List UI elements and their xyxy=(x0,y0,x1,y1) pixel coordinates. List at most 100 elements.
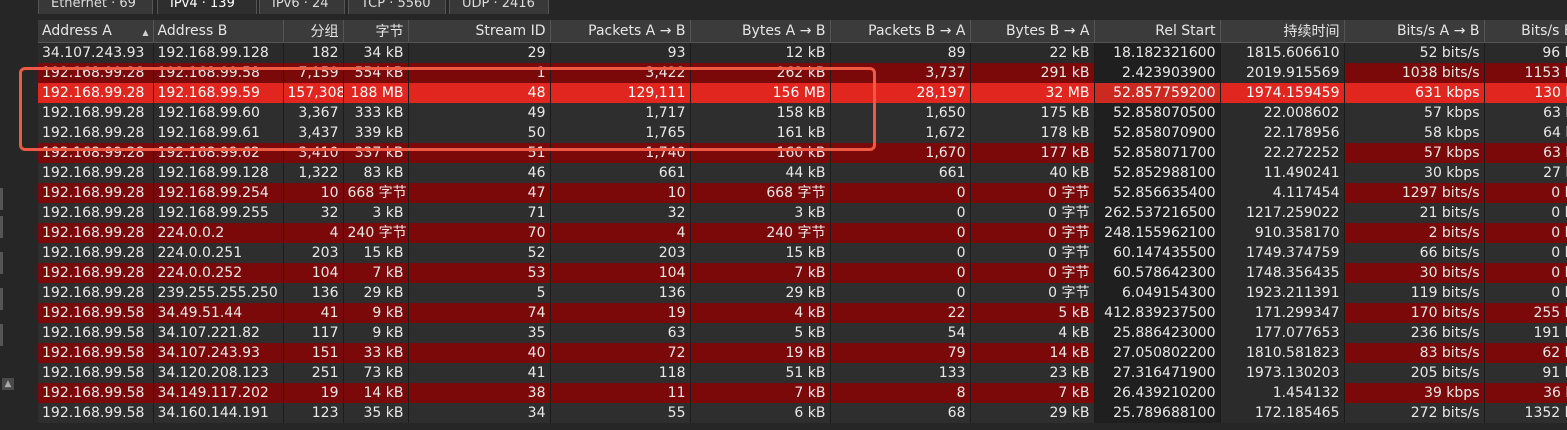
cell-bits-a-b: 170 bits/s xyxy=(1344,303,1485,323)
cell-rel-start: 412.839237500 xyxy=(1094,303,1221,323)
table-row[interactable]: 192.168.99.28 192.168.99.128 1,322 83 kB 46 6… xyxy=(38,163,1567,183)
tab-ethernet[interactable]: Ethernet · 69 xyxy=(38,0,153,14)
table-row[interactable]: 192.168.99.58 34.149.117.202 19 14 kB 38 11 7 … xyxy=(38,383,1567,403)
cell-address-a: 192.168.99.28 xyxy=(38,283,154,303)
cell-rel-start: 52.857759200 xyxy=(1094,83,1221,103)
table-row[interactable]: 192.168.99.28 224.0.0.251 203 15 kB 52 203 15 … xyxy=(38,243,1567,263)
cell-rel-start: 26.439210200 xyxy=(1094,383,1221,403)
cell-bytes-a-b: 668 字节 xyxy=(690,183,831,203)
cell-bits-a-b: 83 bits/s xyxy=(1344,343,1485,363)
cell-rel-start: 52.858070900 xyxy=(1094,123,1221,143)
cell-bytes-b-a: 14 kB xyxy=(970,343,1095,363)
cell-bytes-a-b: 15 kB xyxy=(690,243,831,263)
cell-bits-b-a: 0 b xyxy=(1484,223,1567,243)
table-row[interactable]: 192.168.99.28 239.255.255.250 136 29 kB 5 136… xyxy=(38,283,1567,303)
cell-bytes-a-b: 29 kB xyxy=(690,283,831,303)
cell-bytes: 7 kB xyxy=(343,263,409,283)
cell-bits-a-b: 30 kbps xyxy=(1344,163,1485,183)
cell-packets-a-b: 72 xyxy=(550,343,691,363)
table-row[interactable]: 192.168.99.58 34.107.221.82 117 9 kB 35 63 5 k… xyxy=(38,323,1567,343)
cell-stream-id: 52 xyxy=(408,243,551,263)
scroll-up-icon[interactable]: ▲ xyxy=(2,378,14,390)
cell-bytes-a-b: 240 字节 xyxy=(690,223,831,243)
column-header-packets-b-a[interactable]: Packets B → A xyxy=(830,20,971,43)
column-header-stream-id[interactable]: Stream ID xyxy=(408,20,551,43)
cell-bits-b-a: 0 b xyxy=(1484,243,1567,263)
cell-bits-a-b: 21 bits/s xyxy=(1344,203,1485,223)
cell-duration: 22.272252 xyxy=(1220,143,1345,163)
cell-bits-a-b: 52 bits/s xyxy=(1344,42,1485,63)
cell-bytes: 668 字节 xyxy=(343,183,409,203)
cell-packets-b-a: 0 xyxy=(830,263,971,283)
column-header-address-a[interactable]: Address A ▲ xyxy=(38,20,154,43)
cell-packets: 1,322 xyxy=(283,163,344,183)
column-header-packets[interactable]: 分组 xyxy=(283,20,344,43)
column-header-bytes[interactable]: 字节 xyxy=(343,20,409,43)
cell-packets: 4 xyxy=(283,223,344,243)
table-row[interactable]: 192.168.99.28 224.0.0.252 104 7 kB 53 104 7 kB… xyxy=(38,263,1567,283)
table-header-row: Address A ▲ Address B 分组 字节 Stream ID Pac… xyxy=(38,20,1567,43)
left-strip-marker xyxy=(0,216,3,238)
cell-rel-start: 18.182321600 xyxy=(1094,42,1221,63)
cell-packets-a-b: 104 xyxy=(550,263,691,283)
cell-bytes: 3 kB xyxy=(343,203,409,223)
cell-packets-b-a: 133 xyxy=(830,363,971,383)
cell-address-b: 224.0.0.252 xyxy=(153,263,284,283)
cell-address-b: 192.168.99.255 xyxy=(153,203,284,223)
cell-address-a: 192.168.99.28 xyxy=(38,223,154,243)
cell-address-b: 34.120.208.123 xyxy=(153,363,284,383)
cell-address-b: 192.168.99.254 xyxy=(153,183,284,203)
column-header-bits-b-a[interactable]: Bits/s B xyxy=(1484,20,1567,43)
cell-packets-b-a: 0 xyxy=(830,283,971,303)
cell-bits-a-b: 205 bits/s xyxy=(1344,363,1485,383)
column-header-rel-start[interactable]: Rel Start xyxy=(1094,20,1221,43)
cell-bytes-b-a: 177 kB xyxy=(970,143,1095,163)
cell-packets: 123 xyxy=(283,403,344,423)
tab-tcp[interactable]: TCP · 5560 xyxy=(348,0,446,14)
column-header-address-b[interactable]: Address B xyxy=(153,20,284,43)
cell-stream-id: 1 xyxy=(408,63,551,83)
left-strip-marker xyxy=(0,252,3,274)
cell-bits-b-a: 62 b xyxy=(1484,343,1567,363)
cell-bits-b-a: 0 b xyxy=(1484,263,1567,283)
table-row[interactable]: 192.168.99.28 224.0.0.2 4 240 字节 70 4 240 字节 0 0… xyxy=(38,223,1567,243)
cell-rel-start: 52.858071700 xyxy=(1094,143,1221,163)
table-row[interactable]: 192.168.99.28 192.168.99.254 10 668 字节 47 10 6… xyxy=(38,183,1567,203)
table-row[interactable]: 192.168.99.28 192.168.99.60 3,367 333 kB 49 1… xyxy=(38,103,1567,123)
cell-packets: 41 xyxy=(283,303,344,323)
table-row[interactable]: 192.168.99.58 34.160.144.191 123 35 kB 34 55 6… xyxy=(38,403,1567,423)
cell-bits-b-a: 64 k xyxy=(1484,123,1567,143)
column-header-duration[interactable]: 持续时间 xyxy=(1220,20,1345,43)
cell-bytes-a-b: 4 kB xyxy=(690,303,831,323)
table-row[interactable]: 192.168.99.28 192.168.99.58 7,159 554 kB 1 3,… xyxy=(38,63,1567,83)
cell-address-b: 34.160.144.191 xyxy=(153,403,284,423)
table-row[interactable]: 192.168.99.28 192.168.99.61 3,437 339 kB 50 1… xyxy=(38,123,1567,143)
cell-duration: 1923.211391 xyxy=(1220,283,1345,303)
table-row[interactable]: 192.168.99.28 192.168.99.62 3,410 337 kB 51 1… xyxy=(38,143,1567,163)
cell-bits-a-b: 57 kbps xyxy=(1344,143,1485,163)
cell-packets: 10 xyxy=(283,183,344,203)
table-row[interactable]: 34.107.243.93 192.168.99.128 182 34 kB 29 93 1… xyxy=(38,42,1567,63)
cell-stream-id: 40 xyxy=(408,343,551,363)
table-row[interactable]: 192.168.99.58 34.120.208.123 251 73 kB 41 118… xyxy=(38,363,1567,383)
cell-bytes-a-b: 158 kB xyxy=(690,103,831,123)
tab-udp[interactable]: UDP · 2416 xyxy=(449,0,549,14)
cell-packets-b-a: 54 xyxy=(830,323,971,343)
tab-ipv6[interactable]: IPv6 · 24 xyxy=(259,0,345,14)
table-row[interactable]: 192.168.99.58 34.107.243.93 151 33 kB 40 72 19… xyxy=(38,343,1567,363)
table-row[interactable]: 192.168.99.58 34.49.51.44 41 9 kB 74 19 4 kB 22… xyxy=(38,303,1567,323)
table-row[interactable]: 192.168.99.28 192.168.99.255 32 3 kB 71 32 3 k… xyxy=(38,203,1567,223)
cell-address-a: 192.168.99.28 xyxy=(38,143,154,163)
cell-address-b: 224.0.0.251 xyxy=(153,243,284,263)
column-header-packets-a-b[interactable]: Packets A → B xyxy=(550,20,691,43)
column-header-bytes-b-a[interactable]: Bytes B → A xyxy=(970,20,1095,43)
cell-packets: 3,437 xyxy=(283,123,344,143)
column-header-bits-a-b[interactable]: Bits/s A → B xyxy=(1344,20,1485,43)
cell-bytes: 333 kB xyxy=(343,103,409,123)
cell-packets-a-b: 10 xyxy=(550,183,691,203)
cell-bits-b-a: 255 b xyxy=(1484,303,1567,323)
table-row[interactable]: 192.168.99.28 192.168.99.59 157,308 188 MB 4… xyxy=(38,83,1567,103)
tab-ipv4[interactable]: IPv4 · 139 xyxy=(157,0,257,14)
column-header-bytes-a-b[interactable]: Bytes A → B xyxy=(690,20,831,43)
cell-duration: 171.299347 xyxy=(1220,303,1345,323)
